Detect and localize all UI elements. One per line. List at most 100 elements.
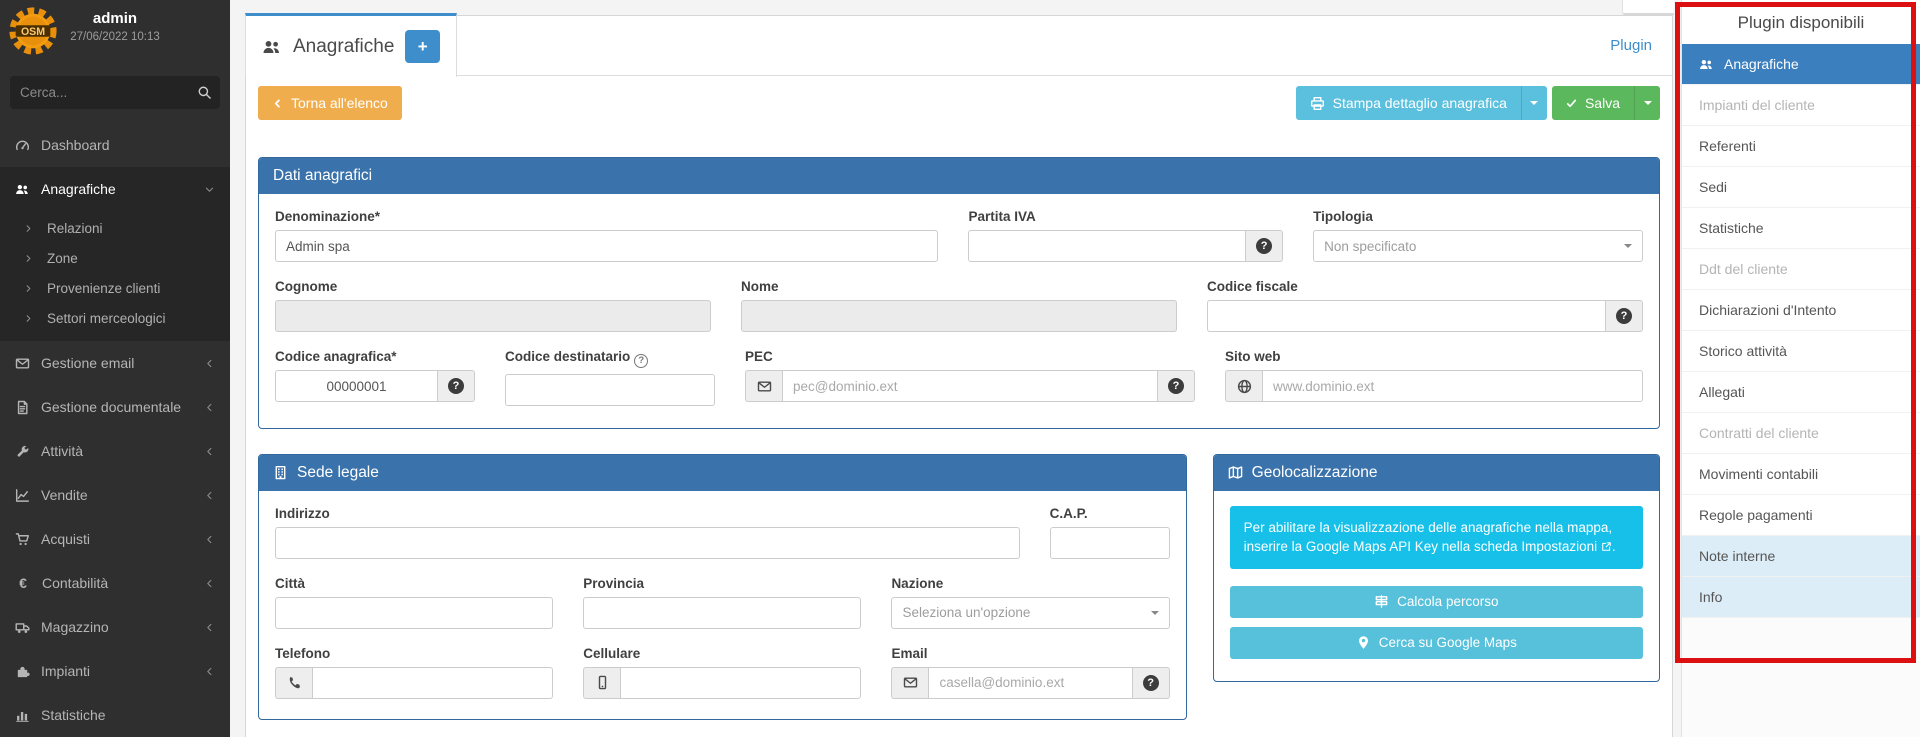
provincia-input[interactable] (583, 597, 861, 629)
pec-input[interactable] (782, 370, 1158, 402)
sidebar-subitem-settori-merceologici[interactable]: Settori merceologici (0, 303, 230, 333)
question-circle-outline-icon: ? (634, 354, 648, 368)
cellulare-field: Cellulare (583, 646, 861, 699)
document-icon (15, 400, 30, 415)
sidebar-subitem-provenienze-clienti[interactable]: Provenienze clienti (0, 273, 230, 303)
sidebar-item-contabilita[interactable]: € Contabilità (0, 561, 230, 605)
chevron-left-icon (204, 402, 215, 413)
map-marker-icon (1356, 635, 1371, 650)
sidebar-item-statistiche[interactable]: Statistiche (0, 693, 230, 737)
sidebar-item-acquisti[interactable]: Acquisti (0, 517, 230, 561)
save-button[interactable]: Salva (1552, 86, 1634, 120)
plugin-item-sedi[interactable]: Sedi (1682, 167, 1920, 208)
plugin-item-ddt-del-cliente: Ddt del cliente (1682, 249, 1920, 290)
toolbar-right: Stampa dettaglio anagrafica Salva (1296, 86, 1660, 120)
search-icon[interactable] (197, 85, 212, 100)
save-button-group: Salva (1552, 86, 1660, 120)
pec-help-addon[interactable]: ? (1158, 370, 1195, 402)
envelope-icon (15, 356, 30, 371)
back-to-list-button[interactable]: Torna all'elenco (258, 86, 402, 120)
tipologia-select[interactable]: Non specificato (1313, 230, 1643, 262)
sidebar-item-attivita[interactable]: Attività (0, 429, 230, 473)
telefono-field: Telefono (275, 646, 553, 699)
email-input[interactable] (928, 667, 1132, 699)
sidebar-subitem-zone[interactable]: Zone (0, 243, 230, 273)
plugin-item-statistiche[interactable]: Statistiche (1682, 208, 1920, 249)
users-icon (1699, 57, 1714, 72)
sidebar-item-gestione-email[interactable]: Gestione email (0, 341, 230, 385)
nazione-select[interactable]: Seleziona un'opzione (891, 597, 1169, 629)
plugin-item-movimenti-contabili[interactable]: Movimenti contabili (1682, 454, 1920, 495)
line-chart-icon (15, 488, 30, 503)
envelope-icon (903, 675, 918, 690)
sito-web-input[interactable] (1262, 370, 1643, 402)
mobile-phone-icon (595, 675, 610, 690)
bar-chart-icon (15, 708, 30, 723)
plugin-item-referenti[interactable]: Referenti (1682, 126, 1920, 167)
plugin-item-impianti-del-cliente: Impianti del cliente (1682, 85, 1920, 126)
codice-destinatario-input[interactable] (505, 374, 715, 406)
card-body: Torna all'elenco Stampa dettaglio anagra… (246, 76, 1672, 730)
chevron-left-icon (204, 622, 215, 633)
users-icon (15, 182, 30, 197)
email-help-addon[interactable]: ? (1133, 667, 1170, 699)
sidebar-item-magazzino[interactable]: Magazzino (0, 605, 230, 649)
codice-anagrafica-help-addon[interactable]: ? (438, 370, 475, 402)
plugin-item-anagrafiche[interactable]: Anagrafiche (1682, 44, 1920, 85)
save-dropdown-toggle[interactable] (1634, 86, 1660, 120)
question-circle-icon: ? (1143, 675, 1159, 691)
cellulare-input[interactable] (620, 667, 861, 699)
osm-gear-logo: OSM (7, 5, 59, 57)
plugin-item-allegati[interactable]: Allegati (1682, 372, 1920, 413)
chevron-left-icon (204, 534, 215, 545)
partita-iva-input[interactable] (968, 230, 1246, 262)
telefono-input[interactable] (312, 667, 553, 699)
sede-legale-header: Sede legale (259, 455, 1186, 491)
sidebar-item-gestione-documentale[interactable]: Gestione documentale (0, 385, 230, 429)
caret-down-icon (1644, 101, 1652, 105)
plugin-item-info[interactable]: Info (1682, 577, 1920, 618)
tab-anagrafiche[interactable]: Anagrafiche + (245, 13, 457, 77)
panel-title: Sede legale (297, 464, 379, 482)
users-icon (262, 37, 282, 57)
codice-fiscale-input[interactable] (1207, 300, 1606, 332)
phone-icon (287, 675, 302, 690)
sidebar-item-anagrafiche[interactable]: Anagrafiche (0, 167, 230, 211)
maps-api-info-box: Per abilitare la visualizzazione delle a… (1230, 506, 1643, 569)
calcola-percorso-button[interactable]: Calcola percorso (1230, 586, 1643, 618)
sidebar-item-impianti[interactable]: Impianti (0, 649, 230, 693)
plugin-item-storico-attivita[interactable]: Storico attività (1682, 331, 1920, 372)
panel-title: Geolocalizzazione (1252, 464, 1378, 482)
panel-title: Dati anagrafici (273, 167, 372, 185)
partita-iva-help-addon[interactable]: ? (1246, 230, 1283, 262)
plugin-link[interactable]: Plugin (1610, 37, 1652, 54)
plugin-item-regole-pagamenti[interactable]: Regole pagamenti (1682, 495, 1920, 536)
codice-anagrafica-field: Codice anagrafica* ? (275, 349, 475, 406)
plugin-sidebar: Plugin disponibili Anagrafiche Impianti … (1681, 0, 1920, 737)
sidebar-item-dashboard[interactable]: Dashboard (0, 123, 230, 167)
search-input[interactable] (20, 85, 197, 100)
add-tab-button[interactable]: + (405, 30, 440, 63)
question-circle-icon: ? (1616, 308, 1632, 324)
sidebar-search[interactable] (10, 76, 220, 109)
sidebar-item-vendite[interactable]: Vendite (0, 473, 230, 517)
caret-down-icon (1151, 611, 1159, 615)
codice-fiscale-help-addon[interactable]: ? (1606, 300, 1643, 332)
truck-icon (15, 620, 30, 635)
codice-anagrafica-input[interactable] (275, 370, 438, 402)
print-detail-button[interactable]: Stampa dettaglio anagrafica (1296, 86, 1521, 120)
cerca-google-maps-button[interactable]: Cerca su Google Maps (1230, 627, 1643, 659)
cognome-input (275, 300, 711, 332)
sede-legale-panel: Sede legale Indirizzo C.A.P. (258, 454, 1187, 720)
print-dropdown-toggle[interactable] (1521, 86, 1547, 120)
plugin-item-note-interne[interactable]: Note interne (1682, 536, 1920, 577)
impostazioni-link[interactable]: Impostazioni (1521, 539, 1597, 554)
chevron-left-icon (204, 358, 215, 369)
citta-input[interactable] (275, 597, 553, 629)
plugin-item-dichiarazioni-intento[interactable]: Dichiarazioni d'Intento (1682, 290, 1920, 331)
sidebar-subitem-relazioni[interactable]: Relazioni (0, 213, 230, 243)
denominazione-input[interactable] (275, 230, 938, 262)
indirizzo-input[interactable] (275, 527, 1020, 559)
cap-input[interactable] (1050, 527, 1170, 559)
sidebar-menu: Dashboard Anagrafiche Relazioni Zone (0, 123, 230, 737)
